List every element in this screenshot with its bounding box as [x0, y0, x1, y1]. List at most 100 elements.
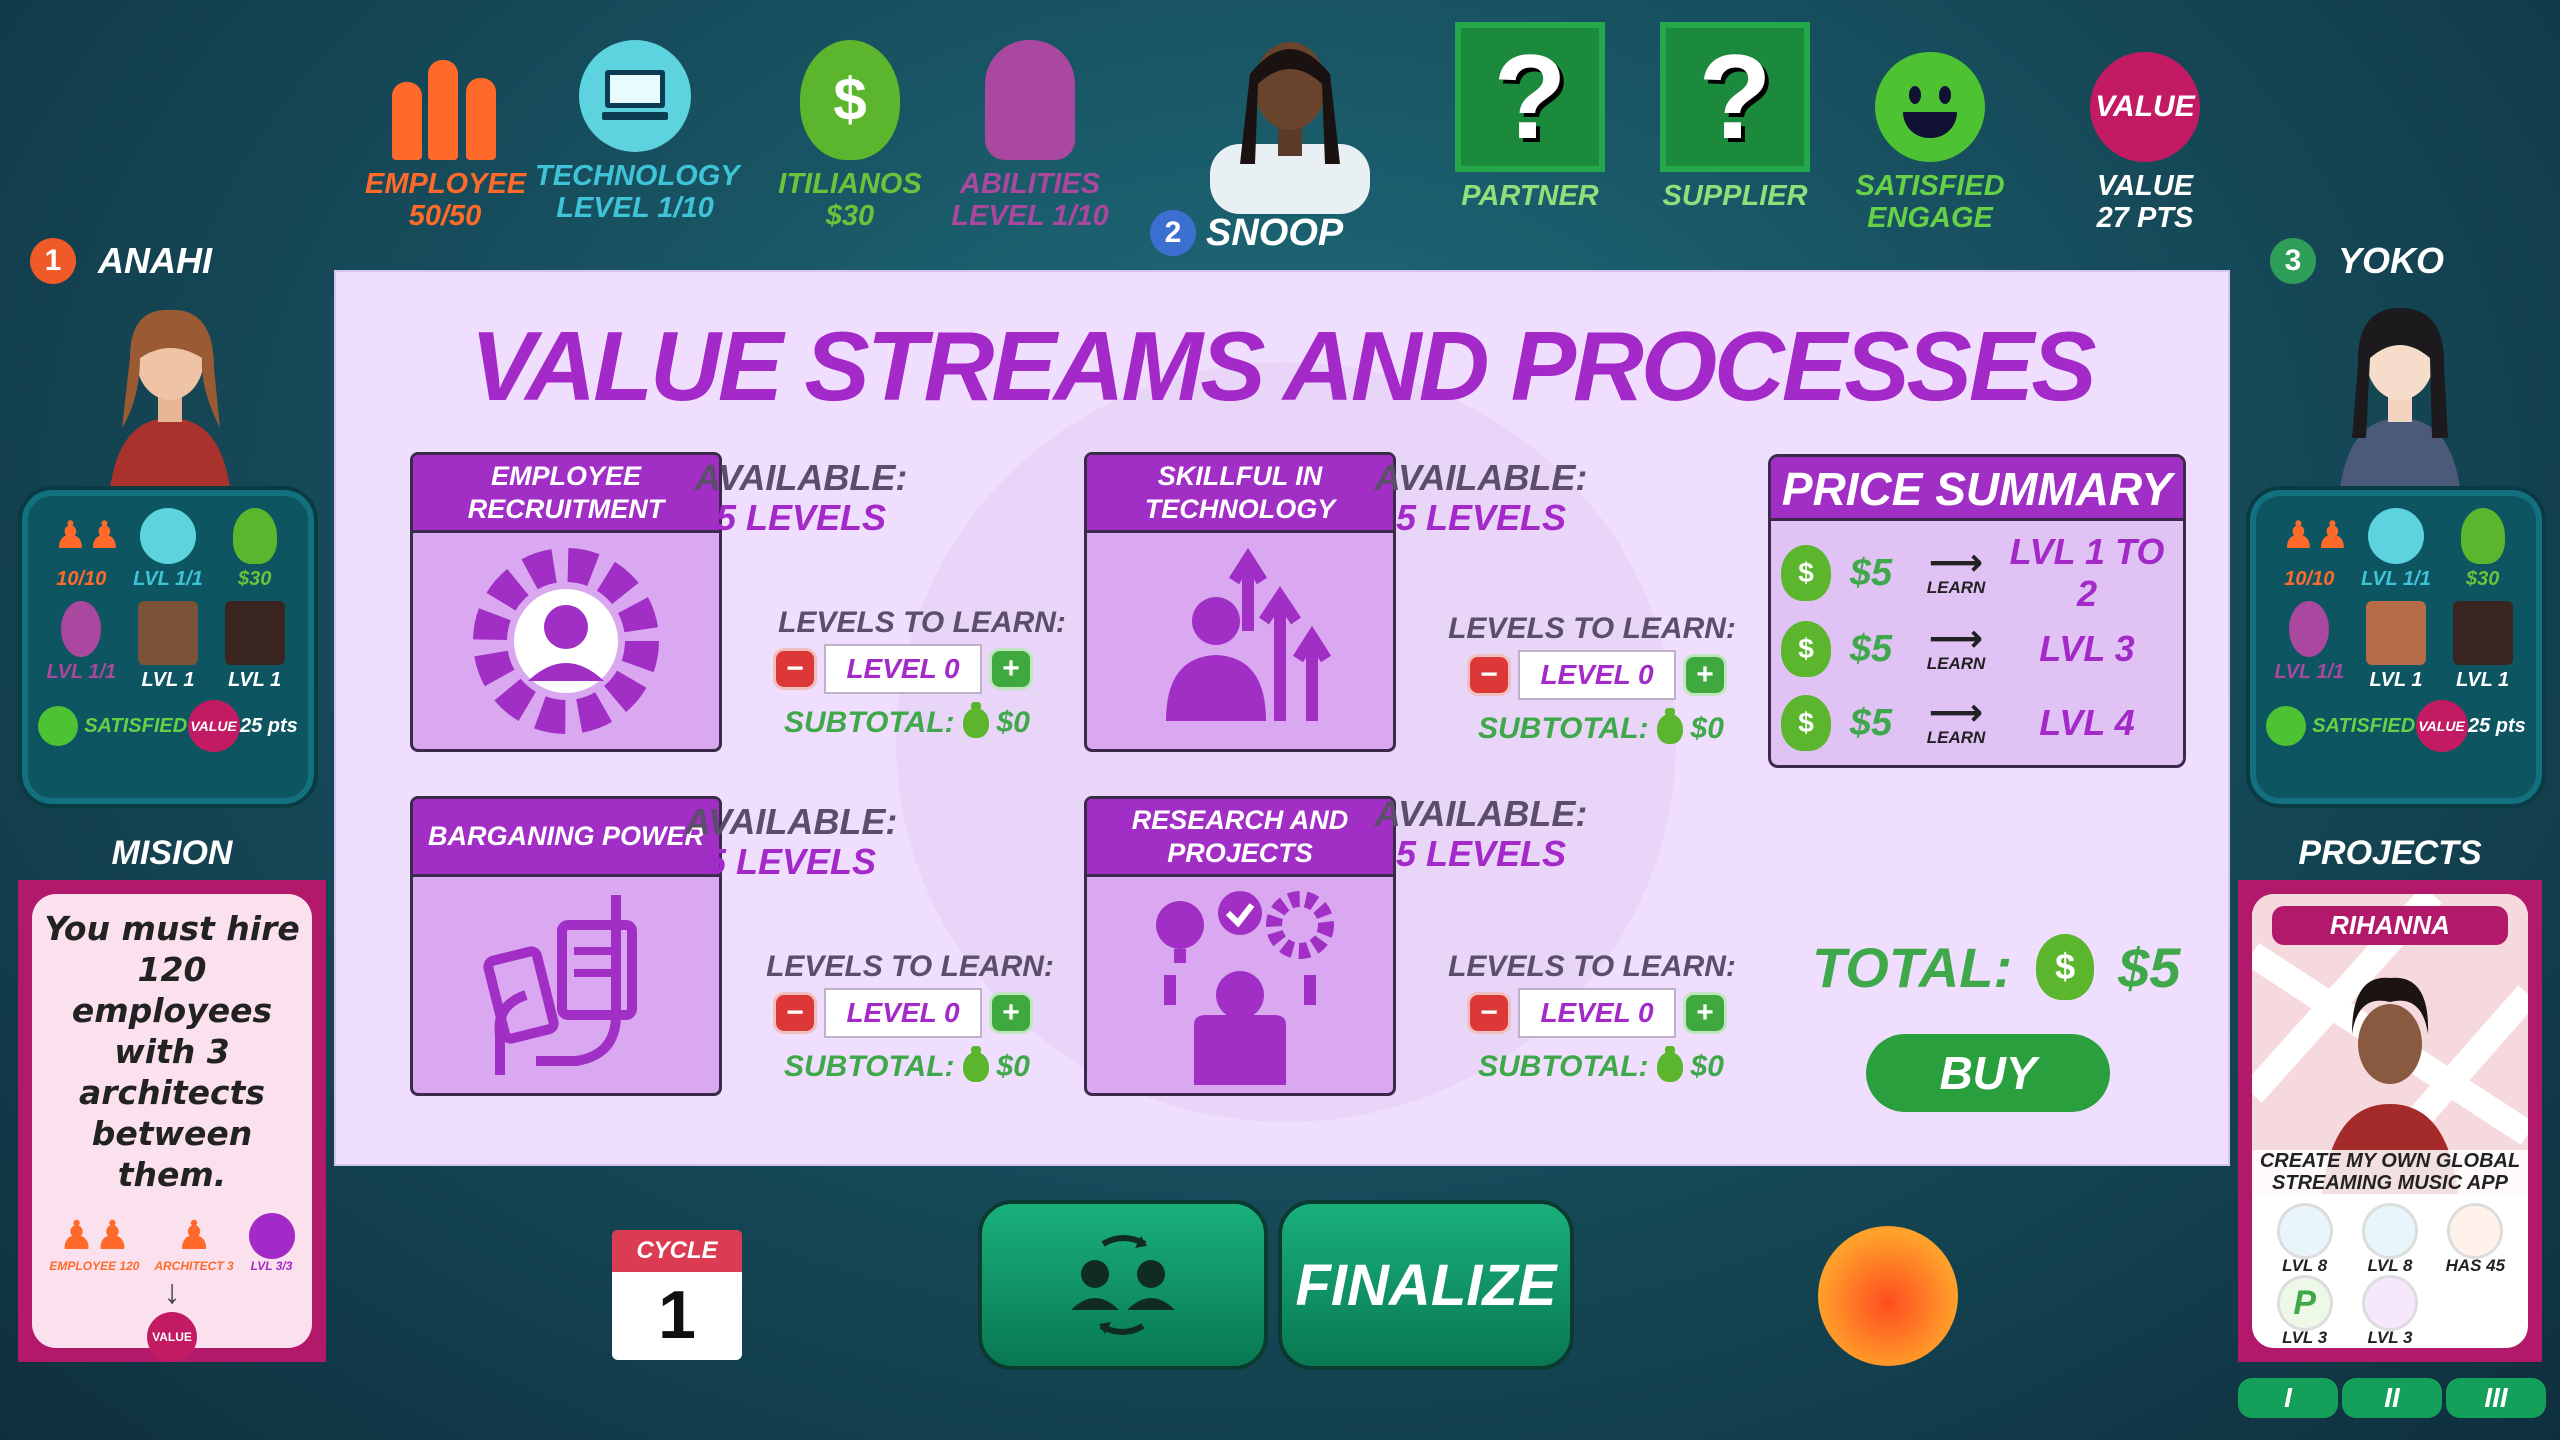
employees-icon: ♟♟ [58, 1214, 131, 1258]
abilities-stat-label: ABILITIES [959, 168, 1101, 200]
negotiation-icon [413, 877, 719, 1093]
computer-icon [2367, 508, 2424, 564]
supplier-cell: LVL 1 [2439, 601, 2526, 692]
computer-icon [579, 40, 691, 152]
supplier-label: SUPPLIER [1662, 180, 1808, 212]
price-row: $ $5 ⟶ LEARN LVL 1 TO 2 [1781, 531, 2173, 614]
satisfied-line2: ENGAGE [1867, 202, 1993, 234]
projects-title: PROJECTS [2298, 834, 2482, 872]
project-goal: CREATE MY OWN GLOBAL STREAMING MUSIC APP [2252, 1150, 2528, 1194]
gear-icon [248, 1213, 295, 1259]
cycle-calendar: CYCLE 1 [612, 1230, 742, 1360]
architect-icon: ♟ [176, 1214, 212, 1258]
total-label: TOTAL: [1812, 935, 2013, 999]
satisfied-line1: SATISFIED [1855, 170, 2005, 202]
parking-requirement: P LVL 3 [2262, 1278, 2347, 1348]
left-player-card[interactable]: ♟♟ 10/10 LVL 1/1 $30 LVL 1/1 LVL 1 LVL 1 … [18, 486, 318, 808]
project-page-2-button[interactable]: II [2342, 1378, 2442, 1418]
question-mark-icon: ? [1455, 22, 1605, 172]
level-input[interactable]: LEVEL 0 [1518, 650, 1676, 700]
value-indicator: VALUE [2415, 700, 2468, 752]
exchange-players-button[interactable] [978, 1200, 1268, 1370]
employee-requirement: ♟♟ EMPLOYEE 120 [49, 1214, 140, 1273]
abilities-stat-value: LEVEL 1/10 [951, 200, 1109, 232]
buy-button[interactable]: BUY [1866, 1034, 2110, 1112]
employees-icon [390, 40, 500, 160]
question-mark-icon: ? [1660, 22, 1810, 172]
technology-cell: LVL 1/1 [2353, 508, 2440, 591]
points-text: 25 pts [2467, 714, 2526, 737]
skill-available: AVAILABLE: 5 LEVELS [684, 801, 898, 882]
player-name: YOKO [2338, 240, 2445, 281]
finalize-button[interactable]: FINALIZE [1278, 1200, 1574, 1370]
panel-title: VALUE STREAMS AND PROCESSES [470, 311, 2096, 421]
technology-cell: LVL 1/1 [125, 508, 212, 591]
employees-cell: ♟♟ 10/10 [2266, 508, 2353, 591]
itilianos-stat-value: $30 [825, 200, 875, 232]
mission-card[interactable]: You must hire 120 employees with 3 archi… [18, 880, 326, 1362]
price-summary-title: PRICE SUMMARY [1771, 457, 2183, 521]
cycle-number: 1 [658, 1277, 696, 1353]
employees-requirement: HAS 45 [2433, 1206, 2518, 1276]
project-client-name: RIHANNA [2272, 906, 2508, 945]
money-bag-icon [2460, 508, 2505, 564]
money-bag-icon [962, 702, 989, 738]
value-badge-icon: VALUE [2415, 700, 2468, 752]
increase-level-button[interactable]: + [1686, 657, 1724, 693]
right-player-header: 3 YOKO [2270, 238, 2444, 284]
supplier-slot[interactable]: ? SUPPLIER [1660, 22, 1810, 212]
satisfied-stat: SATISFIED ENGAGE [1850, 52, 2010, 234]
abilities-cell: LVL 1/1 [38, 601, 125, 692]
cycle-label: CYCLE [612, 1230, 742, 1272]
architect-requirement: ♟ ARCHITECT 3 [154, 1214, 234, 1273]
right-player-card[interactable]: ♟♟ 10/10 LVL 1/1 $30 LVL 1/1 LVL 1 LVL 1 … [2246, 486, 2546, 808]
router-icon [2364, 1206, 2415, 1256]
value-badge-icon: VALUE [147, 1312, 197, 1362]
level-input[interactable]: LEVEL 0 [1518, 988, 1676, 1038]
skill-available: AVAILABLE: 5 LEVELS [1374, 793, 1588, 874]
money-bag-icon: $ [800, 40, 900, 160]
project-page-1-button[interactable]: I [2238, 1378, 2338, 1418]
project-page-3-button[interactable]: III [2446, 1378, 2546, 1418]
computer-icon [139, 508, 196, 564]
value-streams-panel: VALUE STREAMS AND PROCESSES EMPLOYEE REC… [334, 270, 2230, 1166]
price-row: $ $5 ⟶ LEARN LVL 4 [1781, 693, 2173, 753]
mission-requirements: ♟♟ EMPLOYEE 120 ♟ ARCHITECT 3 LVL 3/3 [42, 1213, 302, 1273]
gear-icon [2364, 1278, 2415, 1328]
level-stepper: − LEVEL 0 + [1470, 988, 1724, 1038]
decrease-level-button[interactable]: − [1470, 995, 1508, 1031]
smiley-icon [38, 706, 79, 746]
increase-level-button[interactable]: + [1686, 995, 1724, 1031]
money-bag-icon [232, 508, 277, 564]
money-cell: $30 [2439, 508, 2526, 591]
brain-head-icon [2289, 601, 2330, 657]
level-input[interactable]: LEVEL 0 [824, 988, 982, 1038]
current-player-name: 2 SNOOP [1150, 210, 1343, 256]
exchange-icon [1071, 1235, 1175, 1335]
research-person-icon [1087, 877, 1393, 1093]
partner-cell: LVL 1 [125, 601, 212, 692]
level-stepper: − LEVEL 0 + [776, 988, 1030, 1038]
growth-person-icon [1087, 533, 1393, 749]
partner-avatar [2365, 601, 2426, 665]
decrease-level-button[interactable]: − [776, 995, 814, 1031]
money-bag-icon: $ [1781, 621, 1831, 677]
increase-level-button[interactable]: + [992, 995, 1030, 1031]
mission-title: MISION [111, 834, 233, 872]
increase-level-button[interactable]: + [992, 651, 1030, 687]
level-stepper: − LEVEL 0 + [776, 644, 1030, 694]
money-cell: $30 [211, 508, 298, 591]
decrease-level-button[interactable]: − [776, 651, 814, 687]
smiley-icon [2266, 706, 2307, 746]
decrease-level-button[interactable]: − [1470, 657, 1508, 693]
level-input[interactable]: LEVEL 0 [824, 644, 982, 694]
arrow-right-icon: ⟶ LEARN [1926, 618, 1986, 673]
partner-avatar [137, 601, 198, 665]
gear-requirement: LVL 3 [2347, 1278, 2432, 1348]
project-card[interactable]: RIHANNA CREATE MY OWN GLOBAL STREAMING M… [2238, 880, 2542, 1362]
skill-subtotal: SUBTOTAL: $0 [784, 1046, 1030, 1083]
partner-slot[interactable]: ? PARTNER [1455, 22, 1605, 212]
employees-icon: ♟♟ [53, 515, 122, 557]
satisfied-indicator: SATISFIED [2266, 706, 2415, 746]
total-value: $5 [2118, 935, 2181, 999]
